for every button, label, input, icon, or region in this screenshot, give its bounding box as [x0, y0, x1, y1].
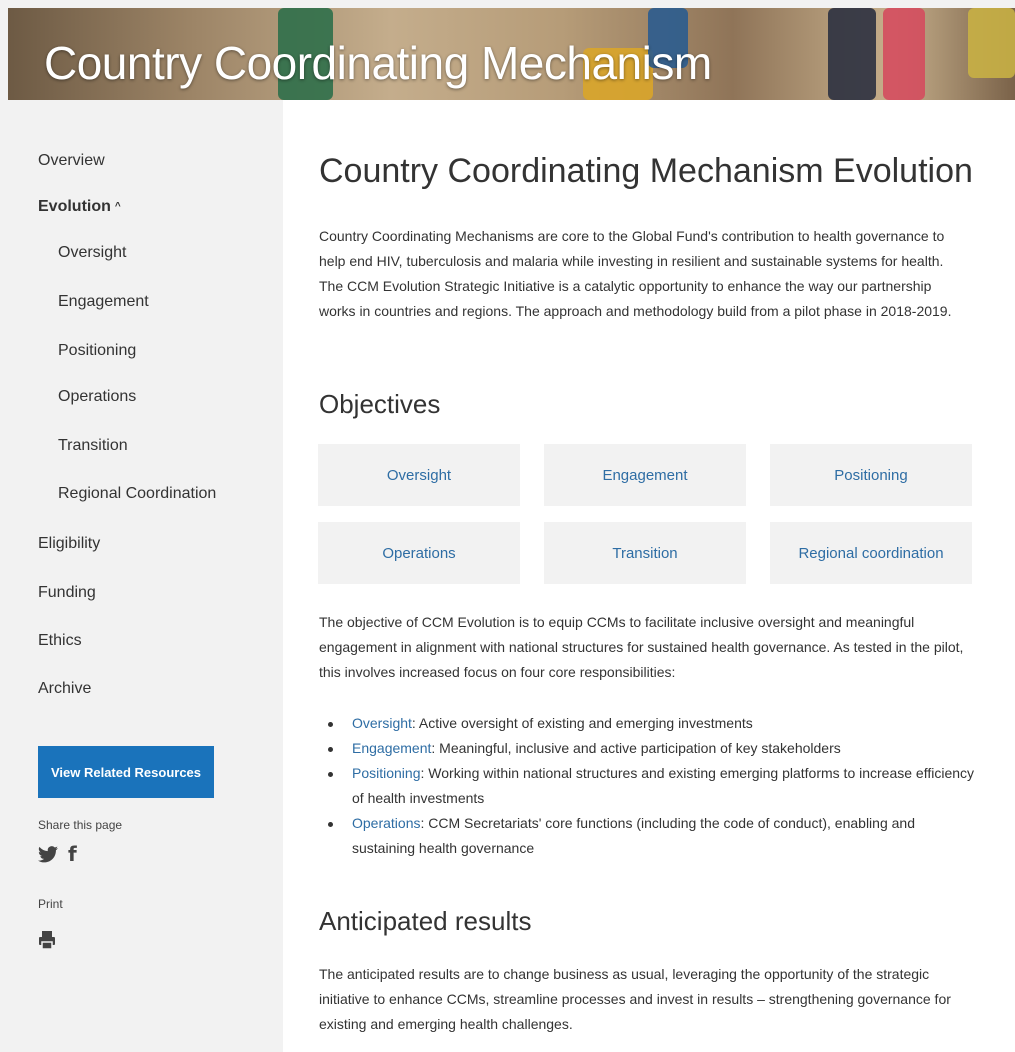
- hero-title: Country Coordinating Mechanism: [44, 37, 712, 89]
- main-content: Country Coordinating Mechanism Evolution…: [283, 100, 1015, 1052]
- sidebar-item-regional-coordination[interactable]: Regional Coordination: [58, 485, 216, 503]
- sidebar-item-label: Funding: [38, 584, 96, 601]
- sidebar: Overview Evolution ^ Oversight Engagement…: [0, 100, 283, 1052]
- list-item: Positioning: Working within national str…: [319, 761, 979, 811]
- sidebar-item-label: Transition: [58, 437, 128, 454]
- sidebar-item-transition[interactable]: Transition: [58, 437, 128, 455]
- view-related-resources-button[interactable]: View Related Resources: [38, 746, 214, 798]
- objective-paragraph: The objective of CCM Evolution is to equ…: [319, 614, 964, 680]
- sidebar-item-label: Ethics: [38, 632, 82, 649]
- facebook-icon[interactable]: f: [68, 842, 77, 866]
- responsibilities-list: Oversight: Active oversight of existing …: [319, 711, 979, 861]
- list-item: Engagement: Meaningful, inclusive and ac…: [319, 736, 979, 761]
- sidebar-item-oversight[interactable]: Oversight: [58, 244, 126, 262]
- banner-photo-figure: [883, 8, 925, 100]
- objective-tile-operations[interactable]: Operations: [318, 522, 520, 584]
- bullet-icon: [328, 822, 333, 827]
- engagement-link[interactable]: Engagement: [352, 740, 431, 756]
- banner-photo-figure: [828, 8, 876, 100]
- results-paragraph: The anticipated results are to change bu…: [319, 966, 951, 1032]
- list-item: Operations: CCM Secretariats' core funct…: [319, 811, 979, 861]
- intro-paragraph: Country Coordinating Mechanisms are core…: [319, 228, 952, 319]
- objective-tile-positioning[interactable]: Positioning: [770, 444, 972, 506]
- sidebar-item-overview[interactable]: Overview: [38, 152, 105, 170]
- bullet-icon: [328, 747, 333, 752]
- sidebar-item-label: Archive: [38, 680, 92, 697]
- share-label: Share this page: [38, 818, 123, 832]
- sidebar-item-eligibility[interactable]: Eligibility: [38, 535, 100, 553]
- sidebar-item-label: Regional Coordination: [58, 485, 217, 502]
- objective-tile-regional-coordination[interactable]: Regional coordination: [770, 522, 972, 584]
- objective-tile-oversight[interactable]: Oversight: [318, 444, 520, 506]
- sidebar-item-label: Positioning: [58, 342, 137, 359]
- list-item-text: : Active oversight of existing and emerg…: [411, 715, 753, 731]
- bullet-icon: [328, 772, 333, 777]
- page-title: Country Coordinating Mechanism Evolution: [319, 152, 973, 190]
- chevron-up-icon: ^: [114, 201, 121, 213]
- objective-tile-transition[interactable]: Transition: [544, 522, 746, 584]
- sidebar-item-operations[interactable]: Operations: [58, 388, 136, 406]
- list-item-text: : CCM Secretariats' core functions (incl…: [352, 815, 915, 856]
- print-icon[interactable]: [38, 930, 56, 955]
- sidebar-item-label: Oversight: [58, 244, 127, 261]
- operations-link[interactable]: Operations: [352, 815, 420, 831]
- positioning-link[interactable]: Positioning: [352, 765, 421, 781]
- social-links: f: [38, 842, 77, 866]
- banner-photo-figure: [968, 8, 1015, 78]
- sidebar-item-label: Operations: [58, 388, 137, 405]
- sidebar-item-ethics[interactable]: Ethics: [38, 632, 82, 650]
- anticipated-results-heading: Anticipated results: [319, 906, 532, 936]
- list-item-text: : Working within national structures and…: [352, 765, 975, 806]
- sidebar-item-evolution[interactable]: Evolution ^: [38, 198, 121, 216]
- list-item: Oversight: Active oversight of existing …: [319, 711, 979, 736]
- oversight-link[interactable]: Oversight: [352, 715, 412, 731]
- list-item-text: : Meaningful, inclusive and active parti…: [431, 740, 841, 756]
- sidebar-item-label: Eligibility: [38, 535, 101, 552]
- objectives-heading: Objectives: [319, 389, 441, 419]
- objective-tile-engagement[interactable]: Engagement: [544, 444, 746, 506]
- sidebar-item-positioning[interactable]: Positioning: [58, 342, 136, 360]
- sidebar-item-engagement[interactable]: Engagement: [58, 293, 149, 311]
- sidebar-item-label: Engagement: [58, 293, 149, 310]
- sidebar-item-label: Evolution: [38, 198, 111, 215]
- sidebar-item-funding[interactable]: Funding: [38, 584, 96, 602]
- print-label: Print: [38, 897, 63, 911]
- bullet-icon: [328, 722, 333, 727]
- sidebar-item-label: Overview: [38, 152, 105, 169]
- sidebar-item-archive[interactable]: Archive: [38, 680, 91, 698]
- hero-banner: Country Coordinating Mechanism: [8, 8, 1015, 100]
- twitter-icon[interactable]: [38, 845, 58, 863]
